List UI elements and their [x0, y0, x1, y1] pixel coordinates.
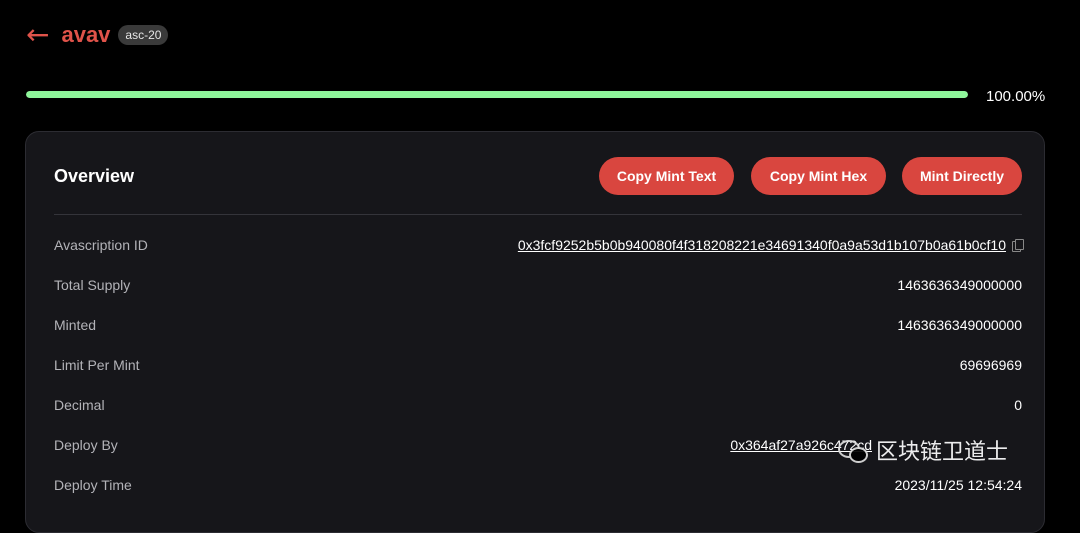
- row-label: Avascription ID: [54, 237, 148, 253]
- copy-icon[interactable]: [1012, 239, 1024, 252]
- row-value: 69696969: [959, 357, 1022, 373]
- mint-progress-fill: [26, 91, 968, 98]
- protocol-badge: asc-20: [118, 25, 169, 45]
- row-value: 1463636349000000: [897, 317, 1022, 333]
- row-value: 0: [1014, 397, 1022, 413]
- row-minted: Minted 1463636349000000: [54, 315, 1022, 335]
- row-decimal: Decimal 0: [54, 395, 1022, 415]
- row-limit-per-mint: Limit Per Mint 69696969: [54, 355, 1022, 375]
- mint-progress-percent: 100.00%: [986, 88, 1046, 105]
- overview-card: Overview Copy Mint Text Copy Mint Hex Mi…: [25, 131, 1045, 533]
- row-label: Deploy Time: [54, 477, 132, 493]
- arrow-left-icon[interactable]: ←: [26, 21, 49, 49]
- token-ticker: avav: [61, 22, 111, 47]
- row-value: 2023/11/25 12:54:24: [894, 477, 1022, 493]
- row-label: Decimal: [54, 397, 105, 413]
- row-label: Limit Per Mint: [54, 357, 140, 373]
- overview-title: Overview: [54, 166, 135, 186]
- watermark: 区块链卫道士: [838, 432, 1008, 468]
- copy-mint-hex-button[interactable]: Copy Mint Hex: [751, 157, 886, 195]
- mint-directly-button[interactable]: Mint Directly: [902, 157, 1022, 195]
- mint-progress-bar: [26, 91, 968, 98]
- row-label: Deploy By: [54, 437, 118, 453]
- row-label: Minted: [54, 317, 97, 333]
- row-deploy-time: Deploy Time 2023/11/25 12:54:24: [54, 475, 1022, 495]
- row-total-supply: Total Supply 1463636349000000: [54, 275, 1022, 295]
- wechat-icon: [838, 438, 868, 463]
- copy-mint-text-button[interactable]: Copy Mint Text: [599, 157, 734, 195]
- page-header: ← avav asc-20: [26, 20, 169, 50]
- watermark-text: 区块链卫道士: [876, 440, 1009, 465]
- row-value: 1463636349000000: [897, 277, 1022, 293]
- overview-divider: [54, 214, 1022, 215]
- row-avascription-id: Avascription ID 0x3fcf9252b5b0b940080f4f…: [54, 235, 1024, 255]
- row-label: Total Supply: [54, 277, 131, 293]
- avascription-id-link[interactable]: 0x3fcf9252b5b0b940080f4f318208221e346913…: [518, 237, 1006, 253]
